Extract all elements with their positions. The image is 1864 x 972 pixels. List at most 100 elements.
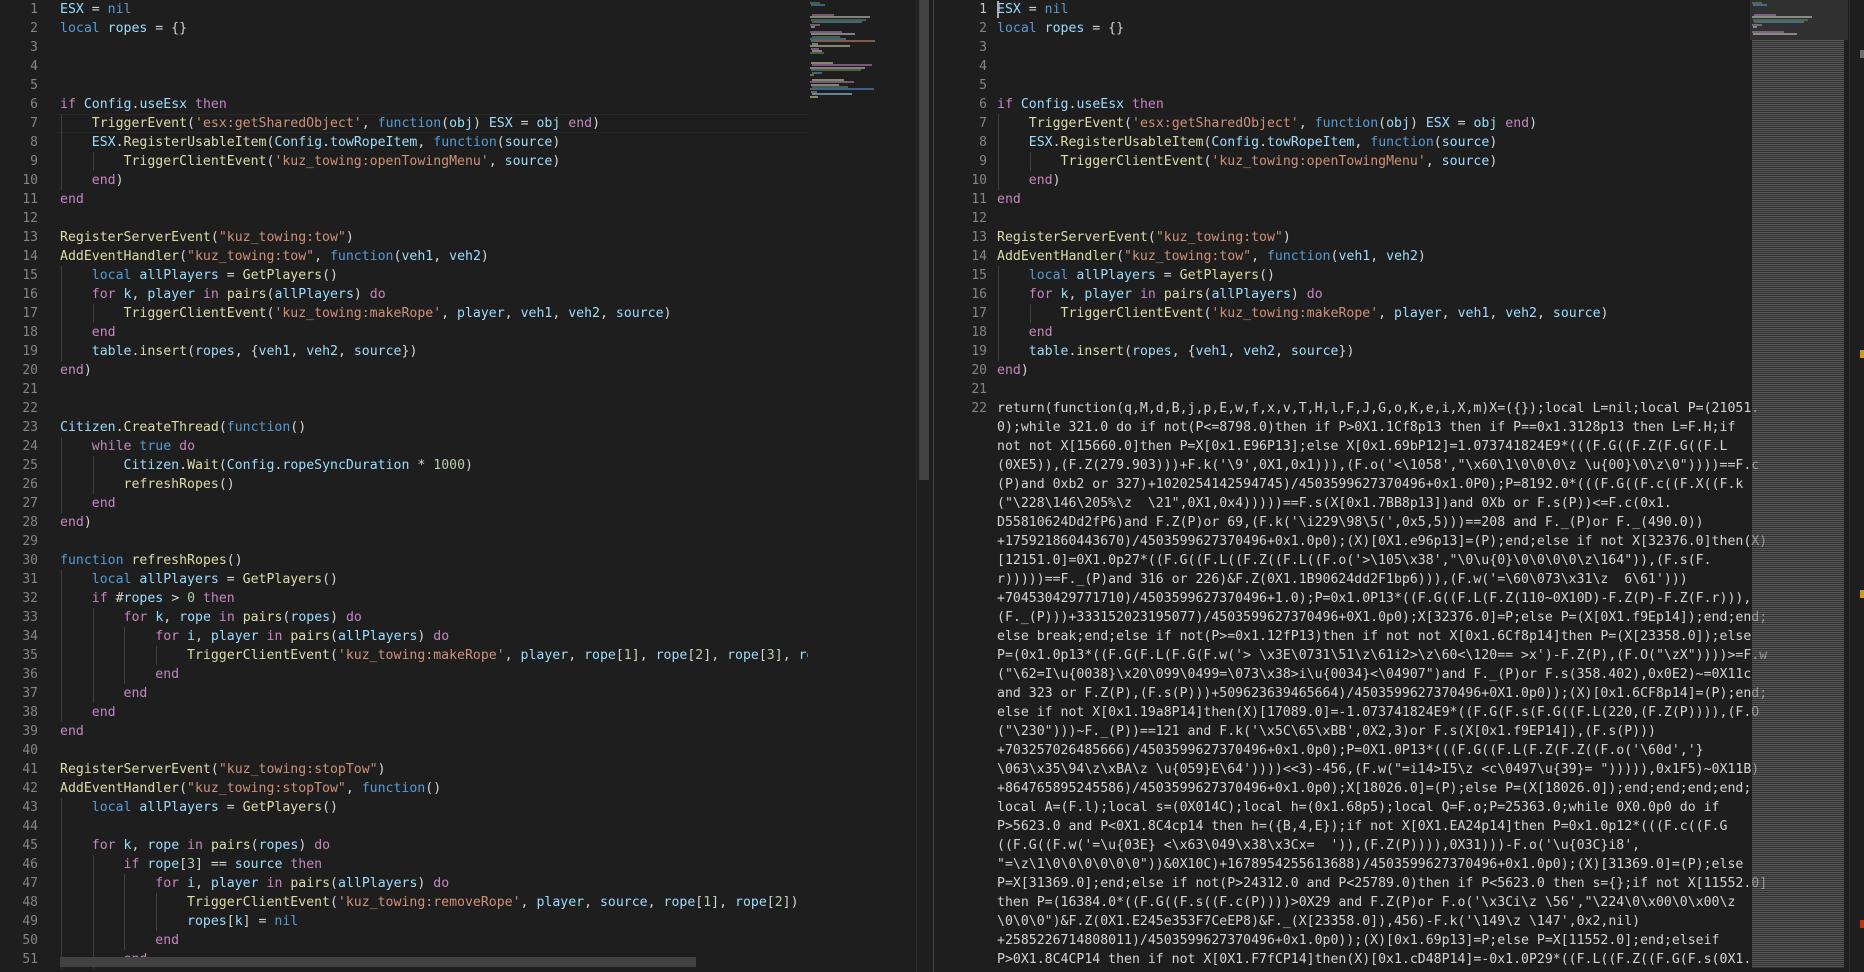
code-line[interactable]: end): [997, 171, 1864, 190]
code-line[interactable]: ESX = nil: [997, 0, 1864, 19]
code-line[interactable]: end: [60, 722, 808, 741]
right-vertical-scrollbar[interactable]: [1849, 0, 1864, 972]
code-line[interactable]: TriggerClientEvent('kuz_towing:makeRope'…: [60, 646, 808, 665]
code-line-wrapped[interactable]: not not X[15660.0]then P=X[0x1.E96P13];e…: [997, 437, 1864, 456]
code-line[interactable]: for k, player in pairs(allPlayers) do: [60, 285, 808, 304]
code-line[interactable]: [997, 380, 1864, 399]
code-line[interactable]: end: [997, 323, 1864, 342]
code-line[interactable]: [60, 399, 808, 418]
code-line[interactable]: end: [60, 323, 808, 342]
code-line-wrapped[interactable]: and 323 or F.Z(P),(F.s(P)))+509623639465…: [997, 684, 1864, 703]
code-line[interactable]: table.insert(ropes, {veh1, veh2, source}…: [997, 342, 1864, 361]
right-minimap[interactable]: [1750, 0, 1848, 972]
code-line-wrapped[interactable]: (P)and 0xb2 or 327)+1020254142594745)/45…: [997, 475, 1864, 494]
code-line[interactable]: TriggerClientEvent('kuz_towing:makeRope'…: [60, 304, 808, 323]
code-line[interactable]: for k, rope in pairs(ropes) do: [60, 836, 808, 855]
code-line[interactable]: [60, 209, 808, 228]
code-line[interactable]: end: [60, 931, 808, 950]
code-line-wrapped[interactable]: \063\x35\94\z\xBA\z \u{059}E\64'))))<<3)…: [997, 760, 1864, 779]
code-line[interactable]: TriggerClientEvent('kuz_towing:removeRop…: [60, 893, 808, 912]
code-line[interactable]: if Config.useEsx then: [60, 95, 808, 114]
left-horizontal-scrollbar[interactable]: [60, 957, 696, 967]
code-line[interactable]: local allPlayers = GetPlayers(): [60, 266, 808, 285]
code-line[interactable]: end: [60, 494, 808, 513]
code-line[interactable]: AddEventHandler("kuz_towing:stopTow", fu…: [60, 779, 808, 798]
code-line[interactable]: ESX = nil: [60, 0, 808, 19]
code-line[interactable]: for i, player in pairs(allPlayers) do: [60, 627, 808, 646]
code-line[interactable]: TriggerEvent('esx:getSharedObject', func…: [997, 114, 1864, 133]
code-line[interactable]: Citizen.CreateThread(function(): [60, 418, 808, 437]
code-line[interactable]: ropes[k] = nil: [60, 912, 808, 931]
code-line[interactable]: TriggerClientEvent('kuz_towing:openTowin…: [60, 152, 808, 171]
code-line[interactable]: TriggerEvent('esx:getSharedObject', func…: [56, 114, 808, 133]
code-line[interactable]: end: [60, 190, 808, 209]
code-line[interactable]: RegisterServerEvent("kuz_towing:tow"): [60, 228, 808, 247]
code-area[interactable]: ESX = nil local ropes = {} if Config.useEs…: [56, 0, 808, 969]
left-scroll-thumb[interactable]: [919, 0, 929, 480]
code-line-wrapped[interactable]: ("\228\146\205%\z \21",0X1,0x4)))))==F.s…: [997, 494, 1864, 513]
code-line[interactable]: local allPlayers = GetPlayers(): [60, 798, 808, 817]
code-line-wrapped[interactable]: P>5623.0 and P<0X1.8C4cp14 then h=({B,4,…: [997, 817, 1864, 836]
code-line[interactable]: [997, 57, 1864, 76]
code-line-wrapped[interactable]: [12151.0]=0X1.0p27*((F.G((F.L((F.Z((F.L(…: [997, 551, 1864, 570]
code-line-wrapped[interactable]: then P=(16384.0*((F.G((F.s((F.c(P))))>0X…: [997, 893, 1864, 912]
code-line[interactable]: end): [60, 171, 808, 190]
code-line-wrapped[interactable]: +704530429771710)/4503599627370496+1.0);…: [997, 589, 1864, 608]
code-line[interactable]: if rope[3] == source then: [60, 855, 808, 874]
code-line[interactable]: AddEventHandler("kuz_towing:tow", functi…: [60, 247, 808, 266]
code-line[interactable]: if #ropes > 0 then: [60, 589, 808, 608]
code-line[interactable]: [60, 57, 808, 76]
code-line-wrapped[interactable]: else if not X[0x1.19a8P14]then(X)[17089.…: [997, 703, 1864, 722]
code-line[interactable]: end: [60, 703, 808, 722]
code-line-wrapped[interactable]: \0\0\0")&F.Z(0X1.E245e353F7CeEP8)&F._(X[…: [997, 912, 1864, 931]
code-line[interactable]: while true do: [60, 437, 808, 456]
code-line-wrapped[interactable]: +175921860443670)/4503599627370496+0x1.0…: [997, 532, 1864, 551]
code-line[interactable]: [60, 817, 808, 836]
code-line-wrapped[interactable]: P>0X1.8C4CP14 then if not X[0X1.F7fCP14]…: [997, 950, 1864, 969]
code-line-wrapped[interactable]: "=\z\1\0\0\0\0\0\0"))&0X10C)+16789542556…: [997, 855, 1864, 874]
code-line-wrapped[interactable]: local A=(F.l);local s=(0X014C);local h=(…: [997, 798, 1864, 817]
code-line[interactable]: [60, 76, 808, 95]
code-line[interactable]: [997, 209, 1864, 228]
code-line-wrapped[interactable]: 0);while 321.0 do if not(P<=8798.0)then …: [997, 418, 1864, 437]
code-line[interactable]: for k, rope in pairs(ropes) do: [60, 608, 808, 627]
left-editor-pane[interactable]: 1 2 3 4 5 6 7 8 9 10 11 12 13 14 15 16 17 18 19 20 21 22 23 24 2…: [0, 0, 808, 972]
code-area[interactable]: ESX = nil local ropes = {} if Config.useEs…: [997, 0, 1864, 969]
code-line-wrapped[interactable]: P=(0x1.0p13*((F.G(F.L(F.G(F.w('> \x3E\07…: [997, 646, 1864, 665]
code-line[interactable]: [60, 741, 808, 760]
code-line[interactable]: Citizen.Wait(Config.ropeSyncDuration * 1…: [60, 456, 808, 475]
code-line[interactable]: local allPlayers = GetPlayers(): [60, 570, 808, 589]
code-line[interactable]: [997, 76, 1864, 95]
code-line[interactable]: RegisterServerEvent("kuz_towing:stopTow"…: [60, 760, 808, 779]
code-line-wrapped[interactable]: ((F.G((F.w('=\u{03E} <\x63\049\x38\x3Cx=…: [997, 836, 1864, 855]
code-line[interactable]: for k, player in pairs(allPlayers) do: [997, 285, 1864, 304]
code-line[interactable]: table.insert(ropes, {veh1, veh2, source}…: [60, 342, 808, 361]
code-line[interactable]: refreshRopes(): [60, 475, 808, 494]
code-line-wrapped[interactable]: return(function(q,M,d,B,j,p,E,w,f,x,v,T,…: [997, 399, 1864, 418]
code-line-wrapped[interactable]: else break;end;else if not(P>=0x1.12fP13…: [997, 627, 1864, 646]
code-line[interactable]: [60, 380, 808, 399]
code-line[interactable]: if Config.useEsx then: [997, 95, 1864, 114]
code-line-wrapped[interactable]: +703257026485666)/4503599627370496+0x1.0…: [997, 741, 1864, 760]
code-line[interactable]: TriggerClientEvent('kuz_towing:makeRope'…: [997, 304, 1864, 323]
left-vertical-scrollbar[interactable]: [916, 0, 931, 972]
code-line-wrapped[interactable]: r)))))==F._(P)and 316 or 226)&F.Z(0X1.1B…: [997, 570, 1864, 589]
code-line-wrapped[interactable]: ("\62=I\u{0038}\x20\099\0499=\073\x38>i\…: [997, 665, 1864, 684]
code-line-wrapped[interactable]: +2585226714808011)/4503599627370496+0x1.…: [997, 931, 1864, 950]
code-line[interactable]: end): [60, 361, 808, 380]
code-line[interactable]: RegisterServerEvent("kuz_towing:tow"): [997, 228, 1864, 247]
code-line[interactable]: TriggerClientEvent('kuz_towing:openTowin…: [997, 152, 1864, 171]
left-minimap[interactable]: [808, 0, 900, 972]
code-line[interactable]: for i, player in pairs(allPlayers) do: [60, 874, 808, 893]
code-line[interactable]: end: [60, 684, 808, 703]
code-line[interactable]: [60, 38, 808, 57]
code-line[interactable]: [997, 38, 1864, 57]
code-line-wrapped[interactable]: P=X[31369.0];end;else if not(P>24312.0 a…: [997, 874, 1864, 893]
code-line-wrapped[interactable]: ("\230")))~F._(P))==121 and F.k('\x5C\65…: [997, 722, 1864, 741]
code-line-wrapped[interactable]: D55810624Dd2fP6)and F.Z(P)or 69,(F.k('\i…: [997, 513, 1864, 532]
code-line[interactable]: end: [60, 665, 808, 684]
code-line[interactable]: ESX.RegisterUsableItem(Config.towRopeIte…: [997, 133, 1864, 152]
code-line[interactable]: [60, 532, 808, 551]
code-line[interactable]: end: [997, 190, 1864, 209]
code-line[interactable]: local allPlayers = GetPlayers(): [997, 266, 1864, 285]
